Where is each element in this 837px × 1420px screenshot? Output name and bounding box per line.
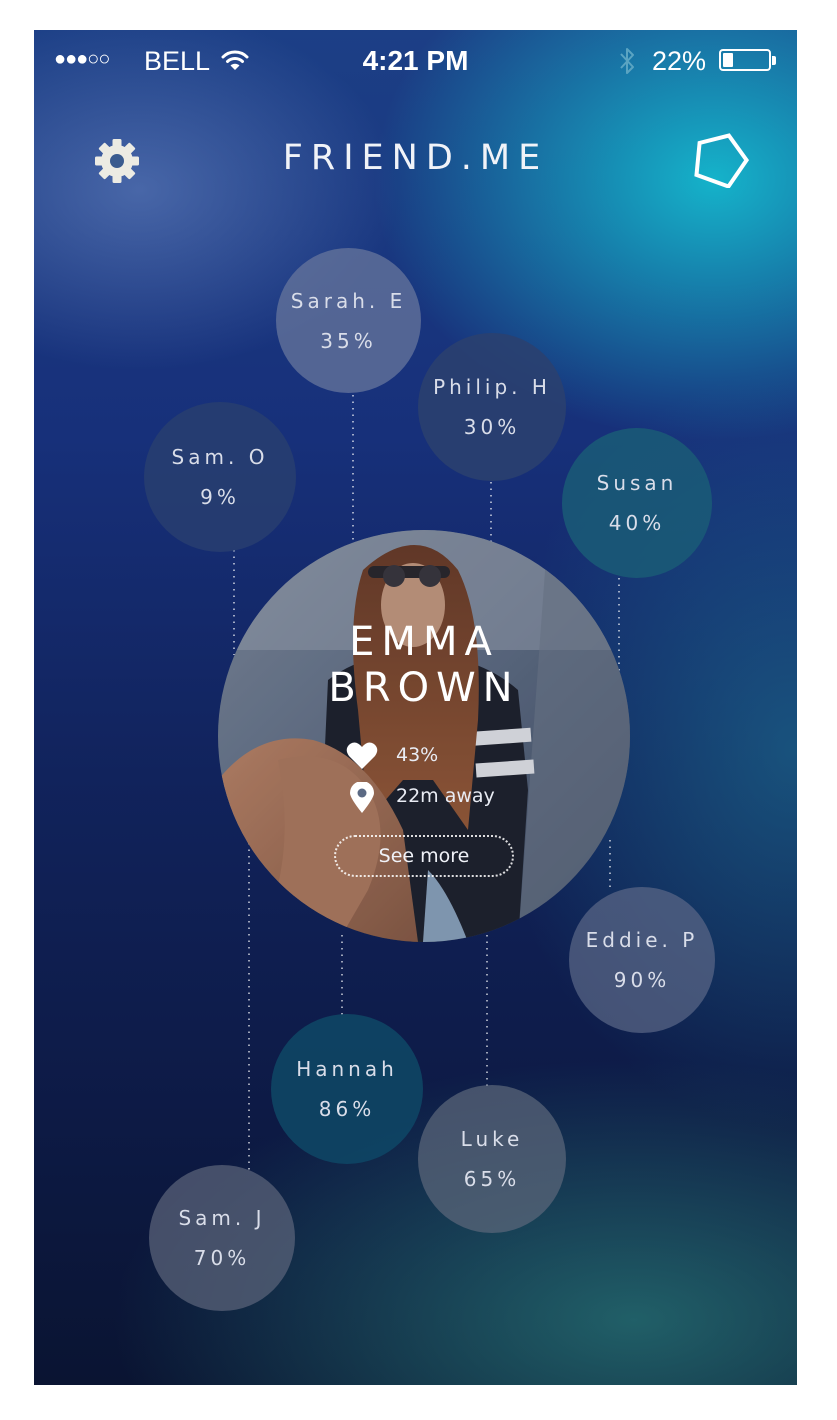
friend-name: Susan <box>596 471 678 495</box>
friend-name: Luke <box>460 1127 524 1151</box>
friend-bubble-philip[interactable]: Philip. H 30% <box>418 333 566 481</box>
match-percent: 43% <box>396 744 439 766</box>
profile-first-name: EMMA <box>349 619 499 665</box>
friend-bubble-hannah[interactable]: Hannah 86% <box>271 1014 423 1164</box>
friend-percent: 86% <box>318 1097 376 1121</box>
friend-name: Hannah <box>296 1057 398 1081</box>
friend-bubble-sam-j[interactable]: Sam. J 70% <box>149 1165 295 1311</box>
friend-percent: 30% <box>463 415 521 439</box>
heart-icon <box>346 742 378 769</box>
profile-last-name: BROWN <box>328 665 520 711</box>
friend-bubble-luke[interactable]: Luke 65% <box>418 1085 566 1233</box>
friend-name: Philip. H <box>433 375 551 399</box>
see-more-button[interactable]: See more <box>334 835 514 877</box>
friend-percent: 90% <box>613 968 671 992</box>
friend-percent: 35% <box>320 328 377 353</box>
distance-text: 22m away <box>396 785 495 807</box>
friend-percent: 65% <box>463 1167 521 1191</box>
profile-photo <box>218 530 630 942</box>
app-screen: ●●●○○ BELL 4:21 PM 22% FRIEND.ME Sarah. … <box>34 30 797 1385</box>
friend-bubble-sarah[interactable]: Sarah. E 35% <box>276 248 421 393</box>
friend-name: Sam. O <box>171 445 269 469</box>
profile-card[interactable]: EMMA BROWN 43% 22m away See more <box>218 530 630 942</box>
location-pin-icon <box>350 782 374 813</box>
friend-percent: 9% <box>200 485 240 509</box>
friend-percent: 70% <box>193 1246 251 1270</box>
friend-name: Sarah. E <box>290 288 407 313</box>
friend-name: Sam. J <box>178 1206 266 1230</box>
